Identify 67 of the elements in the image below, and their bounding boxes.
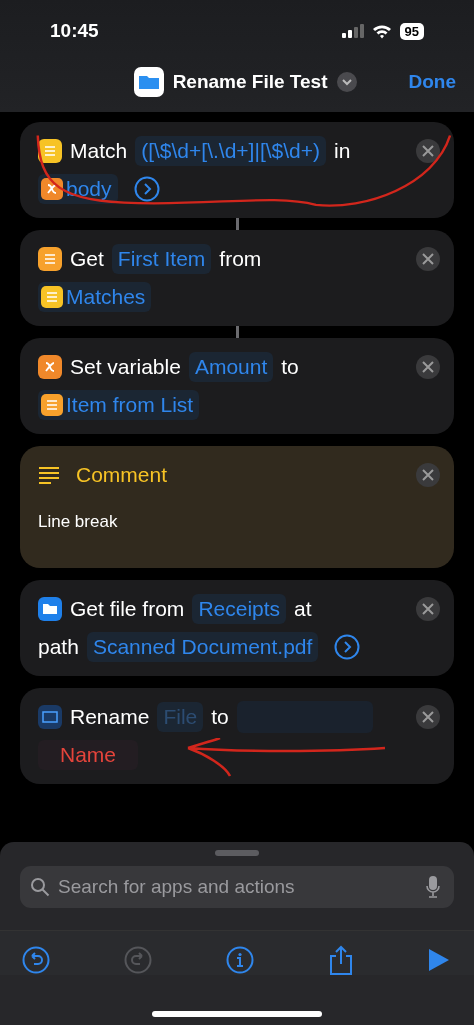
folder-icon	[133, 67, 164, 97]
chevron-right-icon[interactable]	[334, 634, 361, 660]
parameter-token[interactable]: ([\$\d+[\.\d+]|[\$\d+)	[135, 136, 326, 166]
delete-button[interactable]	[416, 247, 440, 271]
action-label: path	[38, 635, 79, 659]
action-label: at	[294, 597, 312, 621]
action-label: to	[281, 355, 299, 379]
action-label: Rename	[70, 705, 150, 729]
close-icon	[422, 253, 434, 265]
variable-token[interactable]: Matches	[38, 282, 152, 312]
action-label: Get	[70, 247, 104, 271]
parameter-token[interactable]: Amount	[188, 352, 274, 382]
action-card[interactable]: Get First Item from Matches	[20, 230, 454, 326]
parameter-token[interactable]: Name	[38, 740, 139, 770]
comment-title: Comment	[76, 463, 168, 487]
action-icon	[38, 705, 62, 729]
close-icon	[422, 603, 434, 615]
close-icon	[422, 711, 434, 723]
action-card[interactable]: Rename File to Name	[20, 688, 454, 784]
parameter-token[interactable]: Receipts	[192, 594, 287, 624]
wifi-icon	[371, 23, 392, 39]
action-label: to	[211, 705, 229, 729]
variable-icon	[41, 394, 63, 416]
action-label: in	[334, 139, 351, 163]
close-icon	[422, 145, 434, 157]
lines-icon	[38, 466, 60, 484]
action-label: Match	[70, 139, 128, 163]
microphone-icon[interactable]	[426, 876, 440, 898]
variable-icon	[41, 178, 63, 200]
action-card[interactable]: Match ([\$\d+[\.\d+]|[\$\d+) in body	[20, 122, 454, 218]
chevron-down-icon[interactable]	[336, 72, 357, 92]
share-icon[interactable]	[328, 945, 354, 975]
clock-time: 10:45	[50, 20, 99, 42]
action-label: Set variable	[70, 355, 181, 379]
delete-button[interactable]	[416, 705, 440, 729]
close-icon	[422, 469, 434, 481]
action-icon	[38, 597, 62, 621]
action-card[interactable]: Set variable Amount to Item from List	[20, 338, 454, 434]
action-card[interactable]: Get file from Receipts at path Scanned Document.pdf	[20, 580, 454, 676]
close-icon	[422, 361, 434, 373]
variable-token[interactable]: body	[38, 174, 118, 204]
delete-button[interactable]	[416, 597, 440, 621]
parameter-token[interactable]: First Item	[111, 244, 212, 274]
comment-text: Line break	[38, 511, 119, 532]
action-icon	[38, 139, 62, 163]
delete-button[interactable]	[416, 463, 440, 487]
comment-card[interactable]: Comment Line break	[20, 446, 454, 568]
done-button[interactable]: Done	[408, 71, 456, 93]
search-icon	[30, 877, 50, 897]
action-label: from	[219, 247, 262, 271]
variable-icon	[41, 286, 63, 308]
delete-button[interactable]	[416, 355, 440, 379]
search-field[interactable]: Search for apps and actions	[20, 866, 454, 908]
chevron-right-icon[interactable]	[133, 176, 160, 202]
sheet-handle[interactable]	[215, 850, 259, 856]
play-icon[interactable]	[428, 948, 450, 972]
battery-level: 95	[399, 22, 424, 40]
variable-token[interactable]: Item from List	[38, 390, 200, 420]
action-label: Get file from	[70, 597, 185, 621]
action-icon	[38, 355, 62, 379]
action-icon	[38, 247, 62, 271]
signal-icon	[341, 24, 364, 38]
undo-icon[interactable]	[22, 946, 50, 974]
parameter-token[interactable]: Scanned Document.pdf	[86, 632, 319, 662]
info-icon[interactable]	[226, 946, 254, 974]
shortcut-title: Rename File Test	[172, 71, 328, 93]
delete-button[interactable]	[416, 139, 440, 163]
